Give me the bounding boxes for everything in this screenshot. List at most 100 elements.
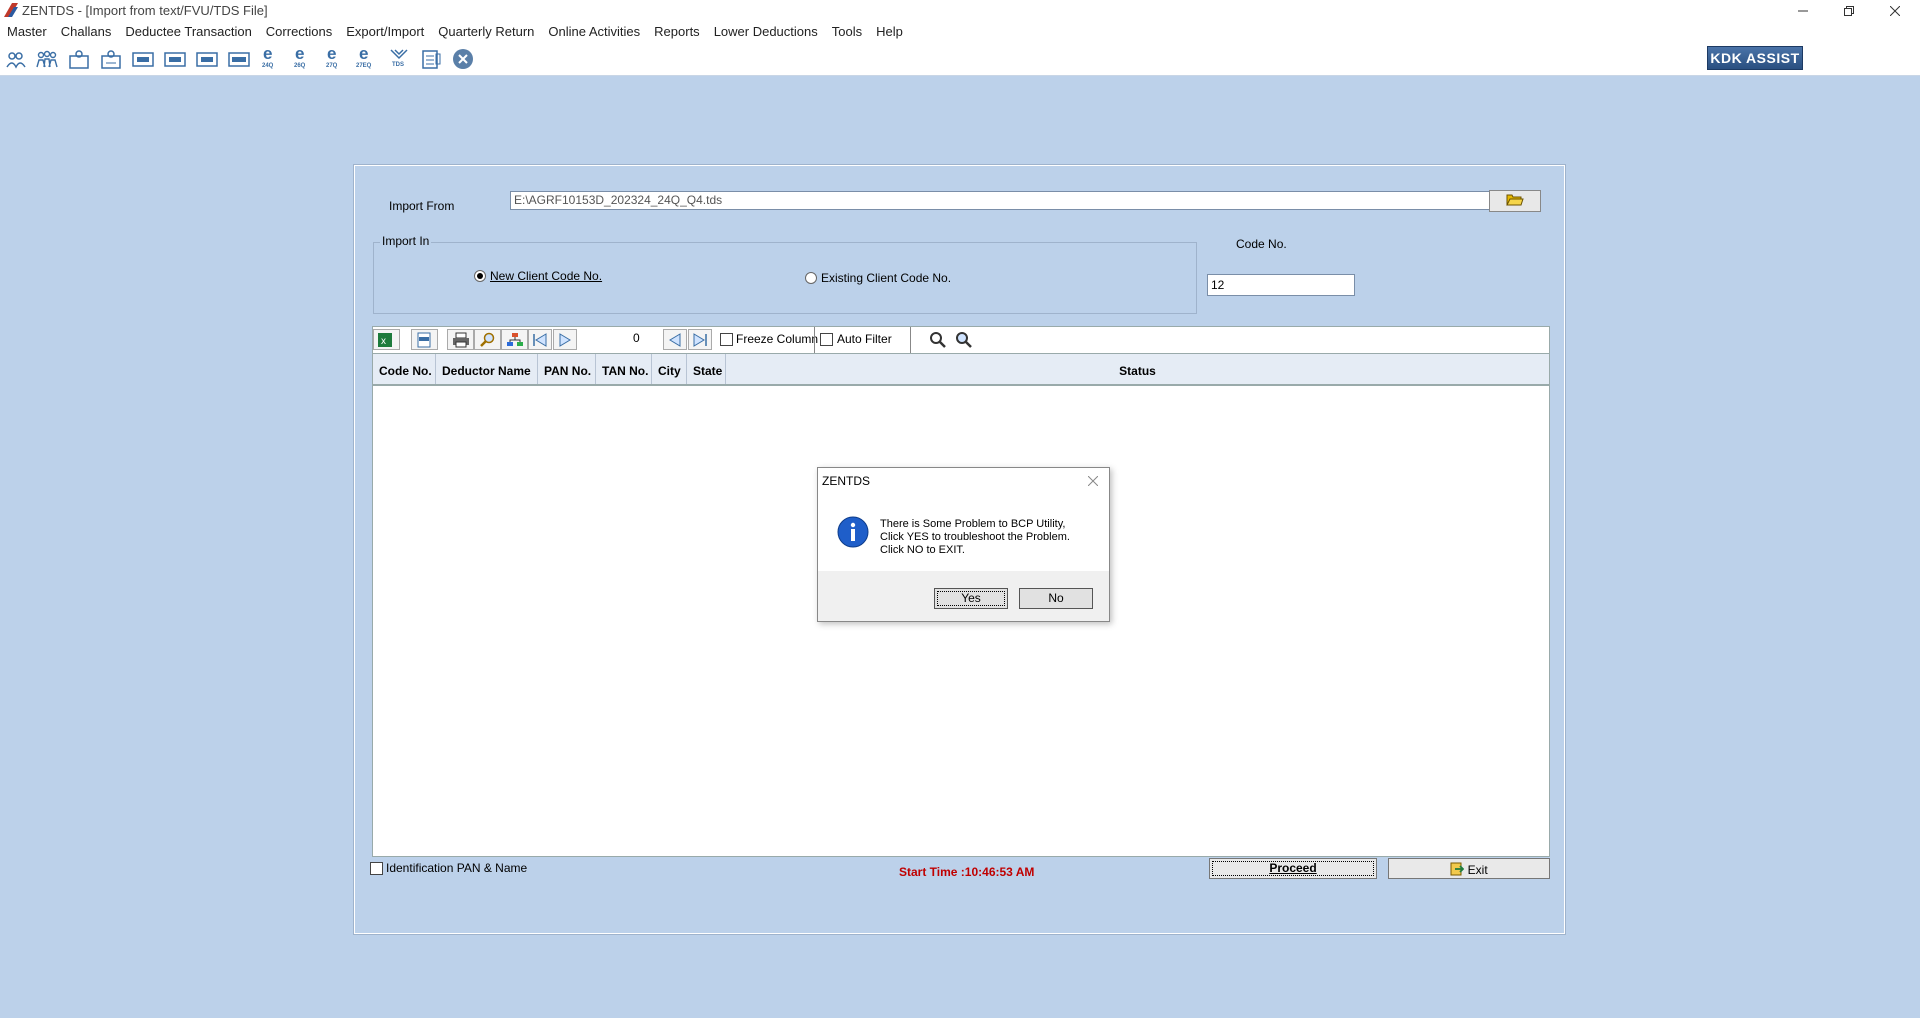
grid-header: Code No. Deductor Name PAN No. TAN No. C… [373,354,1549,386]
menu-master[interactable]: Master [0,22,54,43]
deductees-icon[interactable] [35,48,59,70]
first-record-button[interactable] [528,329,552,350]
e-24q-label: 24Q [262,63,274,69]
auto-filter-checkbox[interactable] [820,333,833,346]
svg-text:x: x [381,336,386,347]
preview-button[interactable] [474,329,501,350]
code-no-label: Code No. [1236,237,1287,251]
dialog-title-bar: ZENTDS [818,468,1109,500]
prev-page-button[interactable] [663,329,687,350]
close-circle-icon[interactable] [451,48,475,70]
e-27q-button[interactable]: e 27Q [323,44,347,70]
proceed-button[interactable]: Proceed [1209,858,1377,879]
existing-client-radio[interactable] [805,272,817,284]
grid-toolbar-divider [814,327,815,353]
menu-challans[interactable]: Challans [54,22,119,43]
menu-export-import[interactable]: Export/Import [339,22,431,43]
exit-icon [1450,862,1465,876]
excel-icon: x [378,333,392,347]
dialog-message-line-3: Click NO to EXIT. [880,544,965,556]
bcp-error-dialog: ZENTDS There is Some Problem to BCP Util… [817,467,1110,622]
kdk-assist-button[interactable]: KDK ASSIST [1707,46,1803,70]
menu-quarterly-return[interactable]: Quarterly Return [431,22,541,43]
form-16-icon[interactable] [131,48,155,70]
no-button[interactable]: No [1019,588,1093,609]
magnifier-icon [480,332,495,347]
grid-toolbar: x 0 Freeze Column Auto Filter [372,326,1550,354]
menu-deductee-transaction[interactable]: Deductee Transaction [118,22,258,43]
menu-lower-deductions[interactable]: Lower Deductions [707,22,825,43]
export-pdf-button[interactable] [411,329,438,350]
main-toolbar: e 24Q e 26Q e 27Q e 27EQ TDS [0,43,1920,76]
close-window-button[interactable] [1872,0,1918,22]
tds-icon [390,49,408,60]
restore-button[interactable] [1826,0,1872,22]
minimize-icon [1798,10,1808,12]
last-icon [693,333,707,347]
e-26q-icon: e [295,44,305,63]
find-icon[interactable] [929,331,947,349]
menu-reports[interactable]: Reports [647,22,707,43]
dialog-message-line-1: There is Some Problem to BCP Utility, [880,518,1066,530]
import-from-label: Import From [389,199,455,213]
printer-icon [453,332,469,348]
column-code-no[interactable]: Code No. [373,354,436,384]
e-24q-button[interactable]: e 24Q [259,44,283,70]
exit-button[interactable]: Exit [1388,858,1550,879]
menu-bar: Master Challans Deductee Transaction Cor… [0,22,1920,43]
notes-icon[interactable] [419,48,443,70]
code-no-input[interactable]: 12 [1207,274,1355,296]
restore-icon [1844,6,1854,16]
hierarchy-button[interactable] [501,329,528,350]
employee-icon[interactable] [67,48,91,70]
menu-corrections[interactable]: Corrections [259,22,339,43]
new-client-radio[interactable] [474,270,486,282]
dialog-close-icon[interactable] [1088,476,1098,486]
freeze-column-checkbox[interactable] [720,333,733,346]
tds-button[interactable]: TDS [387,48,411,70]
play-icon [559,333,571,347]
column-pan-no[interactable]: PAN No. [538,354,596,384]
menu-help[interactable]: Help [869,22,910,43]
export-excel-button[interactable]: x [373,329,400,350]
import-in-label: Import In [380,234,432,248]
import-path-input[interactable]: E:\AGRF10153D_202324_24Q_Q4.tds [510,191,1496,210]
employee-2-icon[interactable] [99,48,123,70]
dialog-title: ZENTDS [822,474,870,488]
e-26q-button[interactable]: e 26Q [291,44,315,70]
existing-client-label: Existing Client Code No. [821,271,952,285]
column-state[interactable]: State [687,354,726,384]
yes-button[interactable]: Yes [934,588,1008,609]
column-deductor-name[interactable]: Deductor Name [436,354,538,384]
menu-online-activities[interactable]: Online Activities [541,22,647,43]
close-icon [1890,6,1900,16]
deductor-icon[interactable] [4,48,28,70]
back-icon [669,333,681,347]
grid-toolbar-divider-2 [910,327,911,353]
form-27eq-icon[interactable] [227,48,251,70]
exit-label: Exit [1467,863,1488,877]
find-next-icon[interactable] [955,331,973,349]
form-27d-icon[interactable] [195,48,219,70]
print-button[interactable] [447,329,474,350]
prev-record-button[interactable] [553,329,577,350]
column-status[interactable]: Status [726,354,1549,384]
dialog-message: There is Some Problem to BCP Utility, Cl… [880,518,1070,557]
dialog-message-line-2: Click YES to troubleshoot the Problem. [880,531,1070,543]
auto-filter-label: Auto Filter [837,332,892,346]
form-16a-icon[interactable] [163,48,187,70]
menu-tools[interactable]: Tools [825,22,869,43]
column-city[interactable]: City [652,354,687,384]
browse-button[interactable] [1489,190,1541,212]
tds-label: TDS [392,62,404,68]
window-title: ZENTDS - [Import from text/FVU/TDS File] [22,3,268,18]
e-26q-label: 26Q [294,63,306,69]
column-tan-no[interactable]: TAN No. [596,354,652,384]
start-time: Start Time :10:46:53 AM [899,865,1035,879]
identification-checkbox[interactable] [370,862,383,875]
e-24q-icon: e [263,44,273,63]
e-27eq-button[interactable]: e 27EQ [355,44,379,70]
hierarchy-icon [507,333,523,346]
last-record-button[interactable] [688,329,712,350]
minimize-button[interactable] [1780,0,1826,22]
